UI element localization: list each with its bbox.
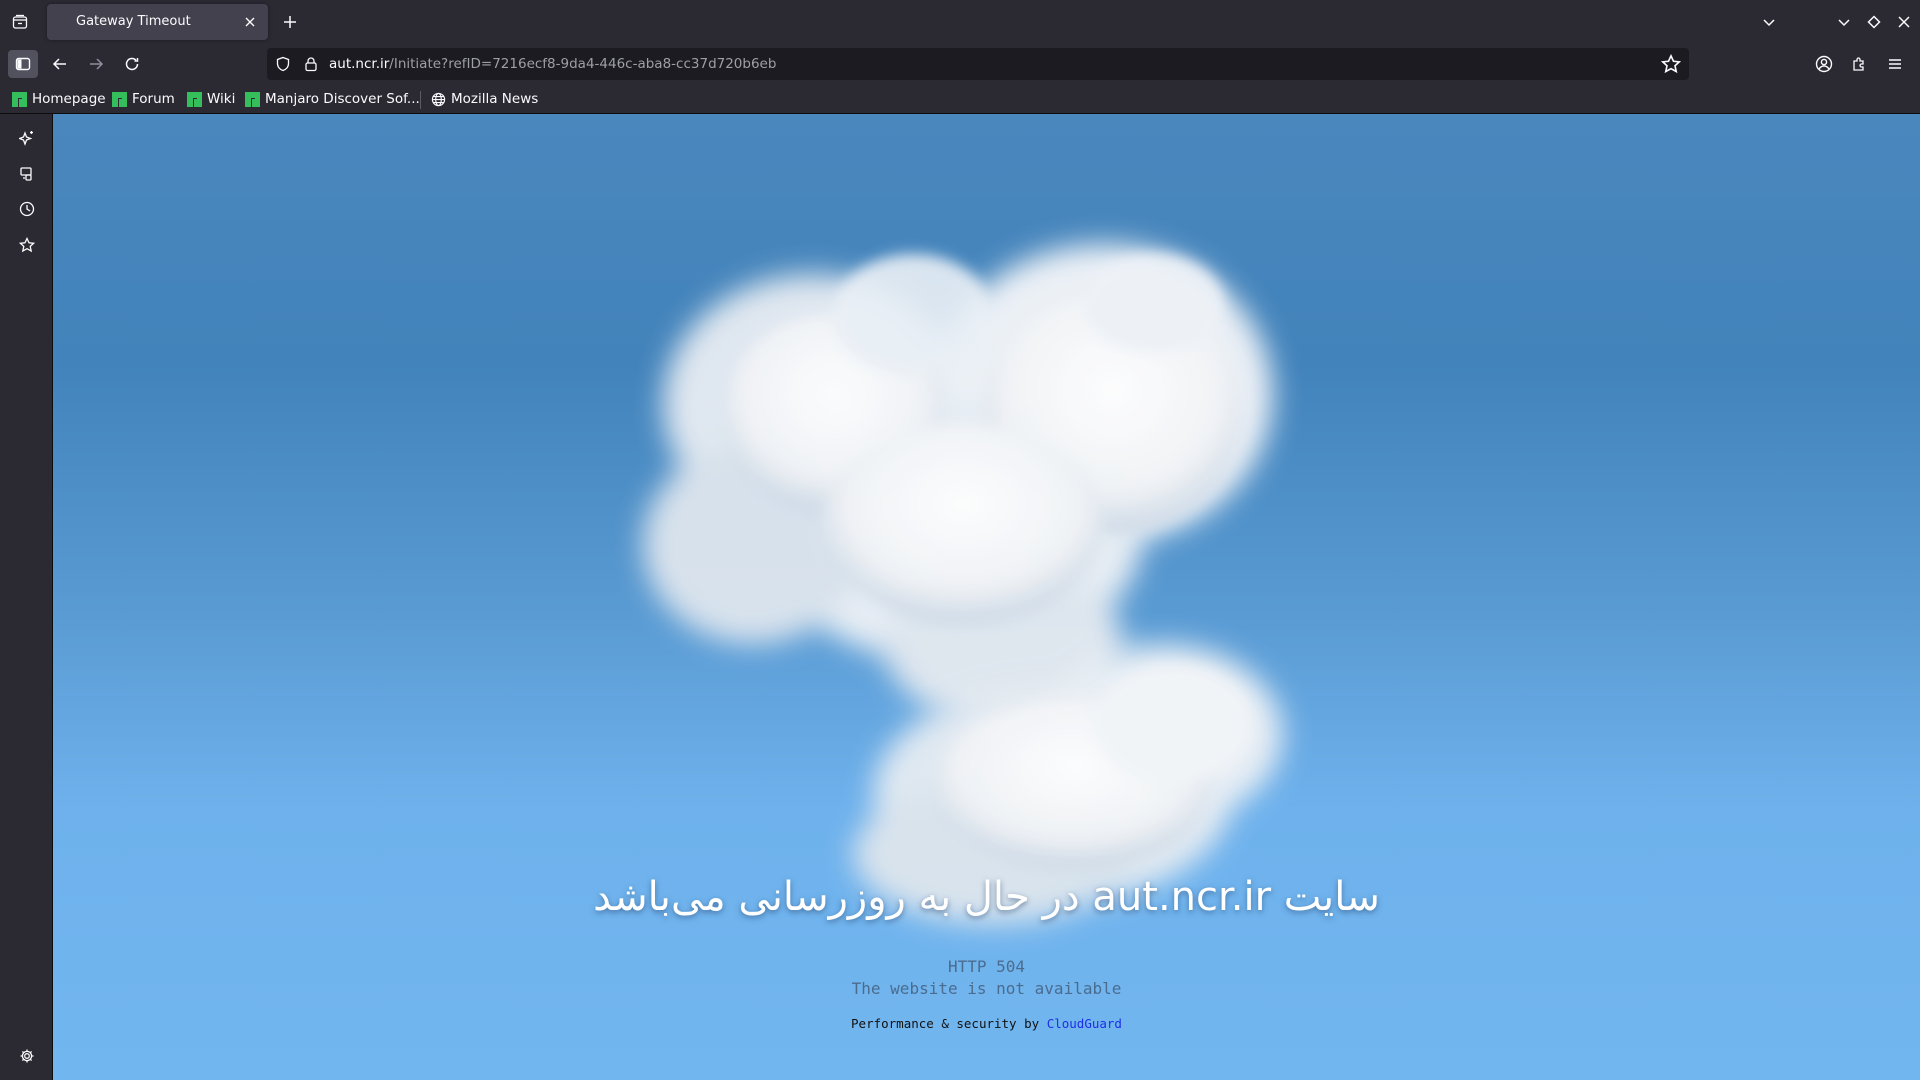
cloud-illustration [643, 244, 1283, 924]
hamburger-menu-icon [1889, 59, 1901, 69]
sidebar-ai-chatbot-button[interactable] [13, 124, 41, 152]
url-text[interactable]: aut.ncr.ir/Initiate?refID=7216ecf8-9da4-… [329, 56, 776, 72]
sidebar-icon [15, 57, 31, 71]
sidebar-toggle-button[interactable] [8, 50, 38, 78]
lock-icon[interactable] [303, 56, 319, 72]
diamond-icon [1867, 15, 1881, 29]
account-icon [1815, 55, 1833, 73]
cloudguard-link[interactable]: CloudGuard [1047, 1016, 1122, 1031]
http-status-message: The website is not available [851, 979, 1122, 998]
manjaro-icon [112, 91, 127, 107]
firefox-view-button[interactable] [6, 8, 34, 36]
reload-icon [125, 57, 139, 71]
bookmark-label: Wiki [207, 91, 236, 107]
manjaro-icon [187, 91, 202, 107]
close-window-button[interactable] [1890, 8, 1918, 36]
bookmark-label: Homepage [32, 91, 106, 107]
firefox-view-icon [12, 14, 28, 29]
bookmark-manjaro-discover[interactable]: Manjaro Discover Sof... [245, 89, 420, 109]
bookmark-star-icon[interactable] [1661, 54, 1681, 74]
bookmarks-toolbar: Homepage Forum Wiki Manjaro Discover Sof… [0, 84, 1920, 114]
sidebar-synced-tabs-button[interactable] [13, 160, 41, 188]
close-icon [245, 17, 255, 27]
bookmark-label: Forum [132, 91, 175, 107]
gear-icon [20, 1049, 34, 1063]
tab-close-button[interactable] [238, 10, 262, 34]
reload-button[interactable] [117, 50, 147, 78]
list-all-tabs-button[interactable] [1755, 8, 1783, 36]
url-domain: aut.ncr.ir [329, 56, 390, 72]
url-bar[interactable]: aut.ncr.ir/Initiate?refID=7216ecf8-9da4-… [267, 48, 1689, 80]
manjaro-icon [12, 91, 27, 107]
chevron-down-icon [1838, 19, 1850, 27]
navigation-toolbar: aut.ncr.ir/Initiate?refID=7216ecf8-9da4-… [0, 44, 1920, 84]
http-status-code: HTTP 504 [947, 957, 1026, 976]
app-menu-button[interactable] [1880, 50, 1910, 78]
bookmark-wiki[interactable]: Wiki [187, 89, 235, 109]
bookmark-separator [420, 91, 421, 109]
page-content: سایت aut.ncr.ir در حال به روزرسانی می‌با… [53, 114, 1920, 1080]
maintenance-heading: سایت aut.ncr.ir در حال به روزرسانی می‌با… [593, 874, 1380, 920]
tab-title: Gateway Timeout [76, 14, 191, 29]
powered-by-prefix: Performance & security by [851, 1016, 1040, 1031]
bookmark-mozilla-news[interactable]: Mozilla News [431, 89, 538, 109]
synced-tabs-icon [20, 167, 32, 181]
plus-icon [284, 16, 296, 28]
minimize-button[interactable] [1830, 8, 1858, 36]
sidebar-history-button[interactable] [13, 195, 41, 223]
url-path: /Initiate?refID=7216ecf8-9da4-446c-aba8-… [389, 56, 777, 72]
bookmark-homepage[interactable]: Homepage [12, 89, 106, 109]
sidebar [0, 114, 53, 1080]
forward-button[interactable] [81, 50, 111, 78]
clock-icon [19, 201, 35, 217]
star-icon [19, 237, 35, 253]
powered-by: Performance & security by CloudGuard [53, 1016, 1920, 1031]
close-icon [1898, 16, 1910, 28]
new-tab-button[interactable] [276, 8, 304, 36]
bookmark-forum[interactable]: Forum [112, 89, 175, 109]
chevron-down-icon [1763, 19, 1775, 27]
globe-icon [431, 92, 446, 106]
manjaro-icon [245, 91, 260, 107]
account-button[interactable] [1809, 50, 1839, 78]
arrow-left-icon [52, 58, 66, 70]
arrow-right-icon [90, 58, 104, 70]
tab-active[interactable]: Gateway Timeout [47, 4, 268, 40]
extensions-button[interactable] [1844, 50, 1874, 78]
back-button[interactable] [45, 50, 75, 78]
tab-strip: Gateway Timeout [0, 0, 1920, 44]
maximize-button[interactable] [1860, 8, 1888, 36]
shield-icon[interactable] [275, 56, 291, 72]
bookmark-label: Mozilla News [451, 91, 539, 107]
sparkle-icon [19, 131, 33, 146]
bookmark-label: Manjaro Discover Sof... [265, 91, 420, 107]
sidebar-bookmarks-button[interactable] [13, 231, 41, 259]
puzzle-icon [1853, 57, 1864, 71]
sidebar-settings-button[interactable] [13, 1042, 41, 1070]
